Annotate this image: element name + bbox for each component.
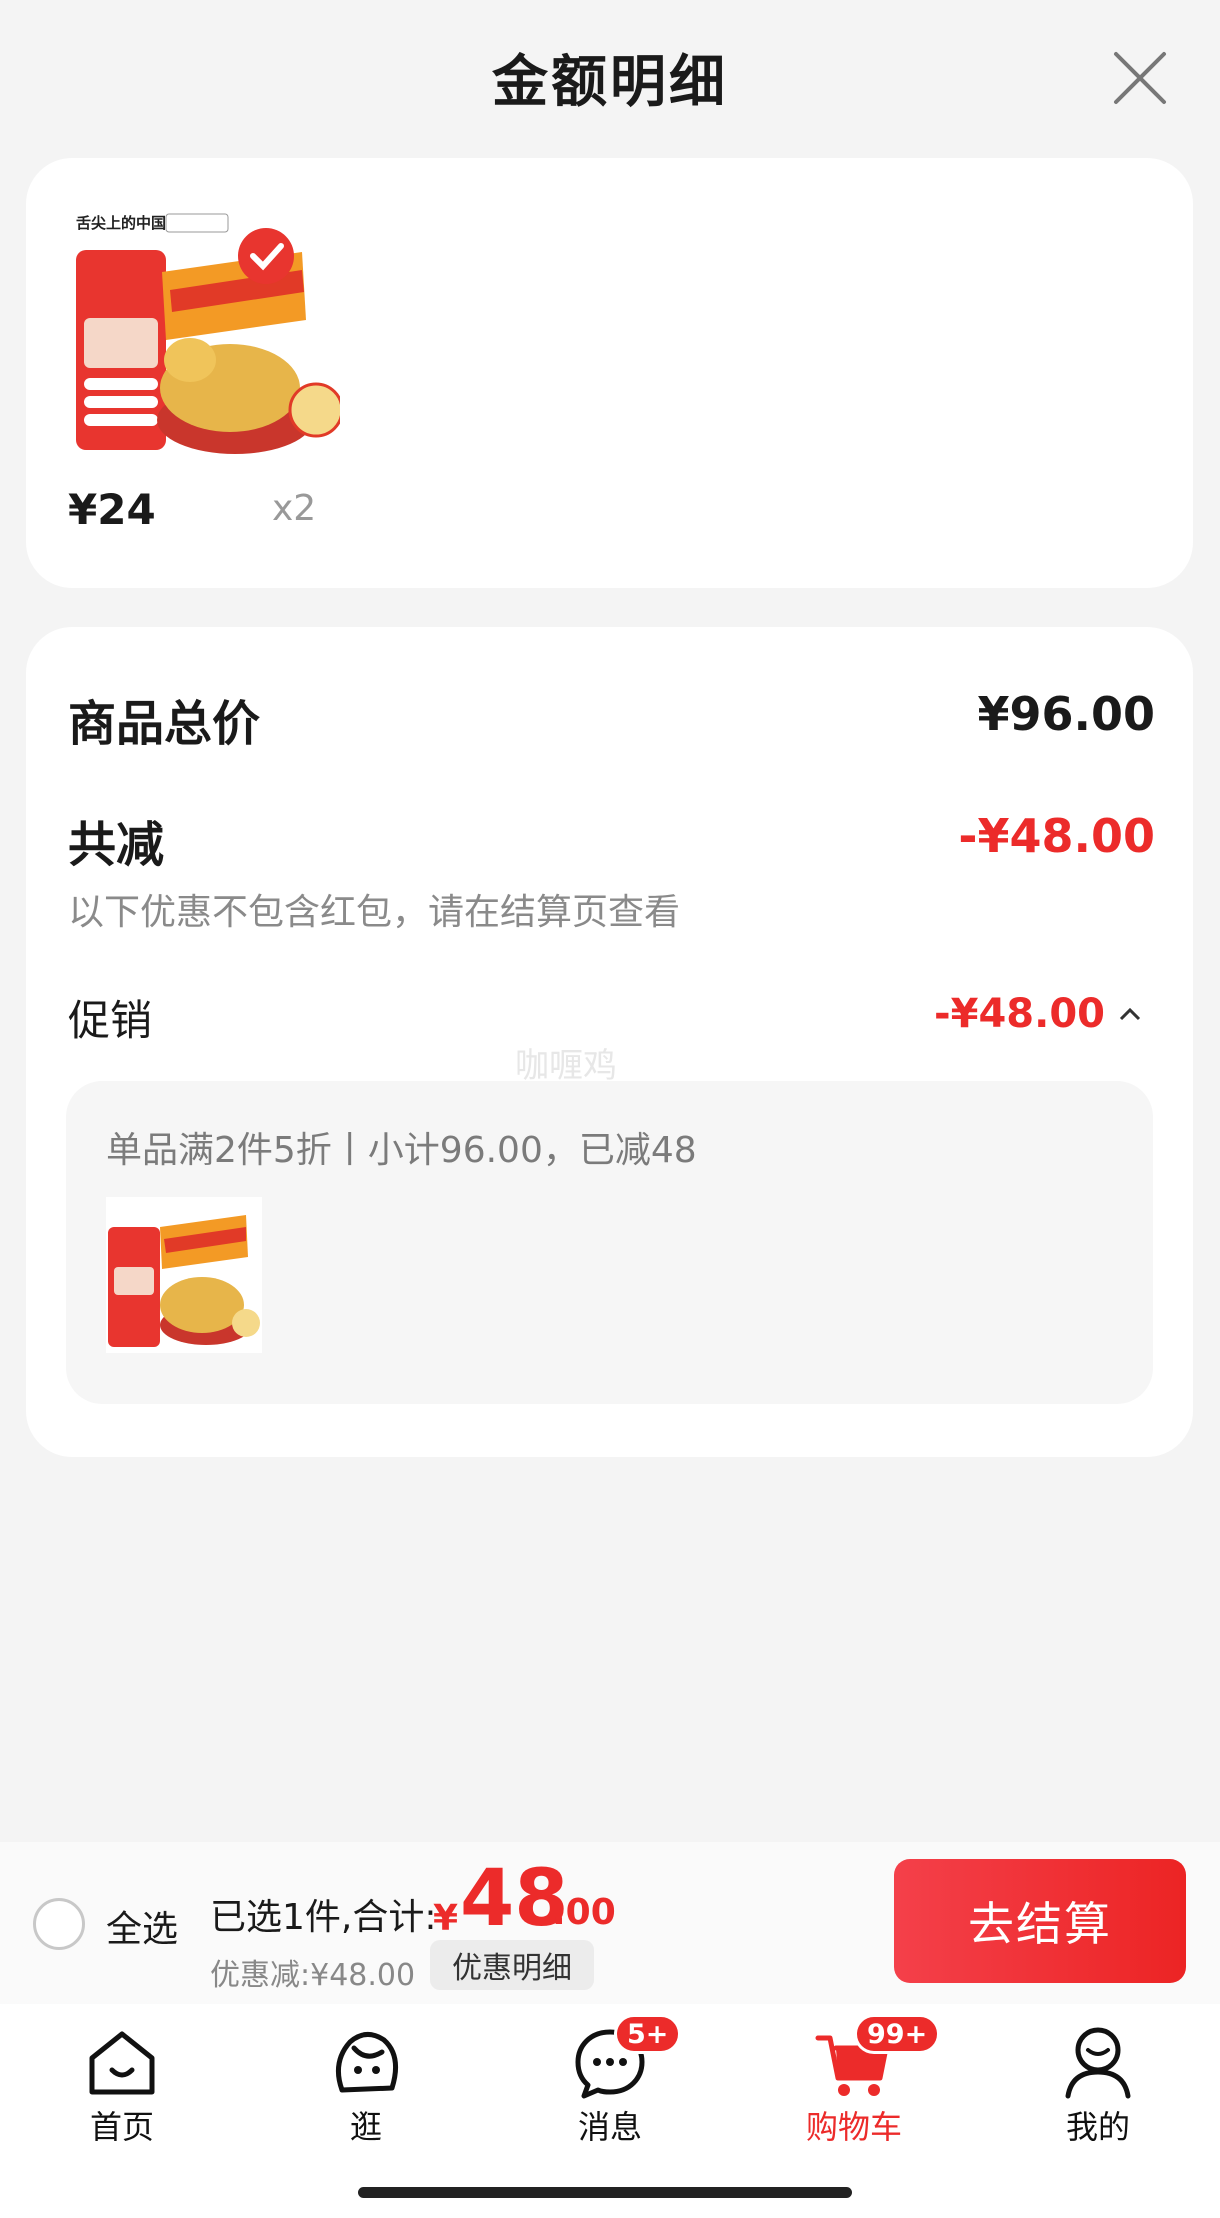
page-title: 金额明细 — [492, 50, 728, 115]
tab-profile[interactable]: 我的 — [1008, 2022, 1188, 2148]
tab-home-label: 首页 — [89, 2108, 154, 2146]
promo-label: 促销 — [68, 996, 153, 1045]
tab-messages[interactable]: 5+ 消息 — [520, 2014, 700, 2148]
selected-info: 已选1件,合计: — [210, 1897, 437, 1938]
watermark: 咖喱鸡 — [515, 1046, 617, 1086]
product-price: ¥24 — [68, 485, 156, 534]
select-all-radio[interactable] — [33, 1898, 85, 1950]
message-badge: 5+ — [614, 2014, 682, 2054]
total-label: 商品总价 — [68, 696, 261, 752]
promo-value: -¥48.00 — [934, 991, 1105, 1037]
product-card: 舌尖上的中国 ¥24 x2 — [26, 158, 1193, 588]
reduced-label: 共减 — [68, 817, 165, 873]
product-image[interactable]: 舌尖上的中国 — [70, 210, 340, 460]
discount-note: 以下优惠不包含红包，请在结算页查看 — [68, 892, 681, 933]
total-currency: ¥ — [433, 1898, 459, 1939]
product-quantity: x2 — [272, 488, 317, 529]
discount-info: 优惠减:¥48.00 — [210, 1958, 416, 1993]
svg-text:舌尖上的中国: 舌尖上的中国 — [76, 214, 166, 232]
select-all-label[interactable]: 全选 — [106, 1900, 178, 1952]
promo-detail-box: 单品满2件5折丨小计96.00，已减48 — [66, 1081, 1153, 1404]
browse-icon — [335, 2032, 399, 2093]
cart-badge: 99+ — [854, 2014, 941, 2054]
total-decimal: .00 — [552, 1892, 616, 1933]
tab-browse-label: 逛 — [349, 2108, 382, 2146]
promo-toggle[interactable]: -¥48.00 — [934, 991, 1143, 1037]
profile-icon — [1065, 2027, 1131, 2099]
checkout-bar: 全选 已选1件,合计: ¥ 48 .00 优惠减:¥48.00 优惠明细 去结算 — [0, 1842, 1220, 2004]
home-indicator — [358, 2187, 852, 2198]
total-value: ¥96.00 — [977, 687, 1155, 741]
tab-home[interactable]: 首页 — [32, 2022, 212, 2148]
promo-detail-text: 单品满2件5折丨小计96.00，已减48 — [106, 1130, 697, 1171]
home-icon — [89, 2031, 155, 2095]
tab-cart-label: 购物车 — [805, 2108, 902, 2146]
checkout-button[interactable]: 去结算 — [894, 1859, 1186, 1983]
reduced-value: -¥48.00 — [958, 809, 1155, 863]
header: 金额明细 — [0, 0, 1220, 155]
tab-messages-label: 消息 — [577, 2108, 642, 2146]
tab-bar: 首页 逛 5+ 消息 99+ 购物车 我的 — [0, 2004, 1220, 2218]
promo-product-thumbnail[interactable] — [106, 1197, 262, 1353]
tab-cart[interactable]: 99+ 购物车 — [764, 2014, 944, 2148]
tab-profile-label: 我的 — [1065, 2108, 1130, 2146]
close-button[interactable] — [1110, 48, 1170, 108]
tab-browse[interactable]: 逛 — [276, 2022, 456, 2148]
chevron-up-icon — [1119, 1007, 1141, 1021]
discount-detail-button[interactable]: 优惠明细 — [430, 1940, 594, 1990]
close-icon — [1114, 52, 1166, 104]
